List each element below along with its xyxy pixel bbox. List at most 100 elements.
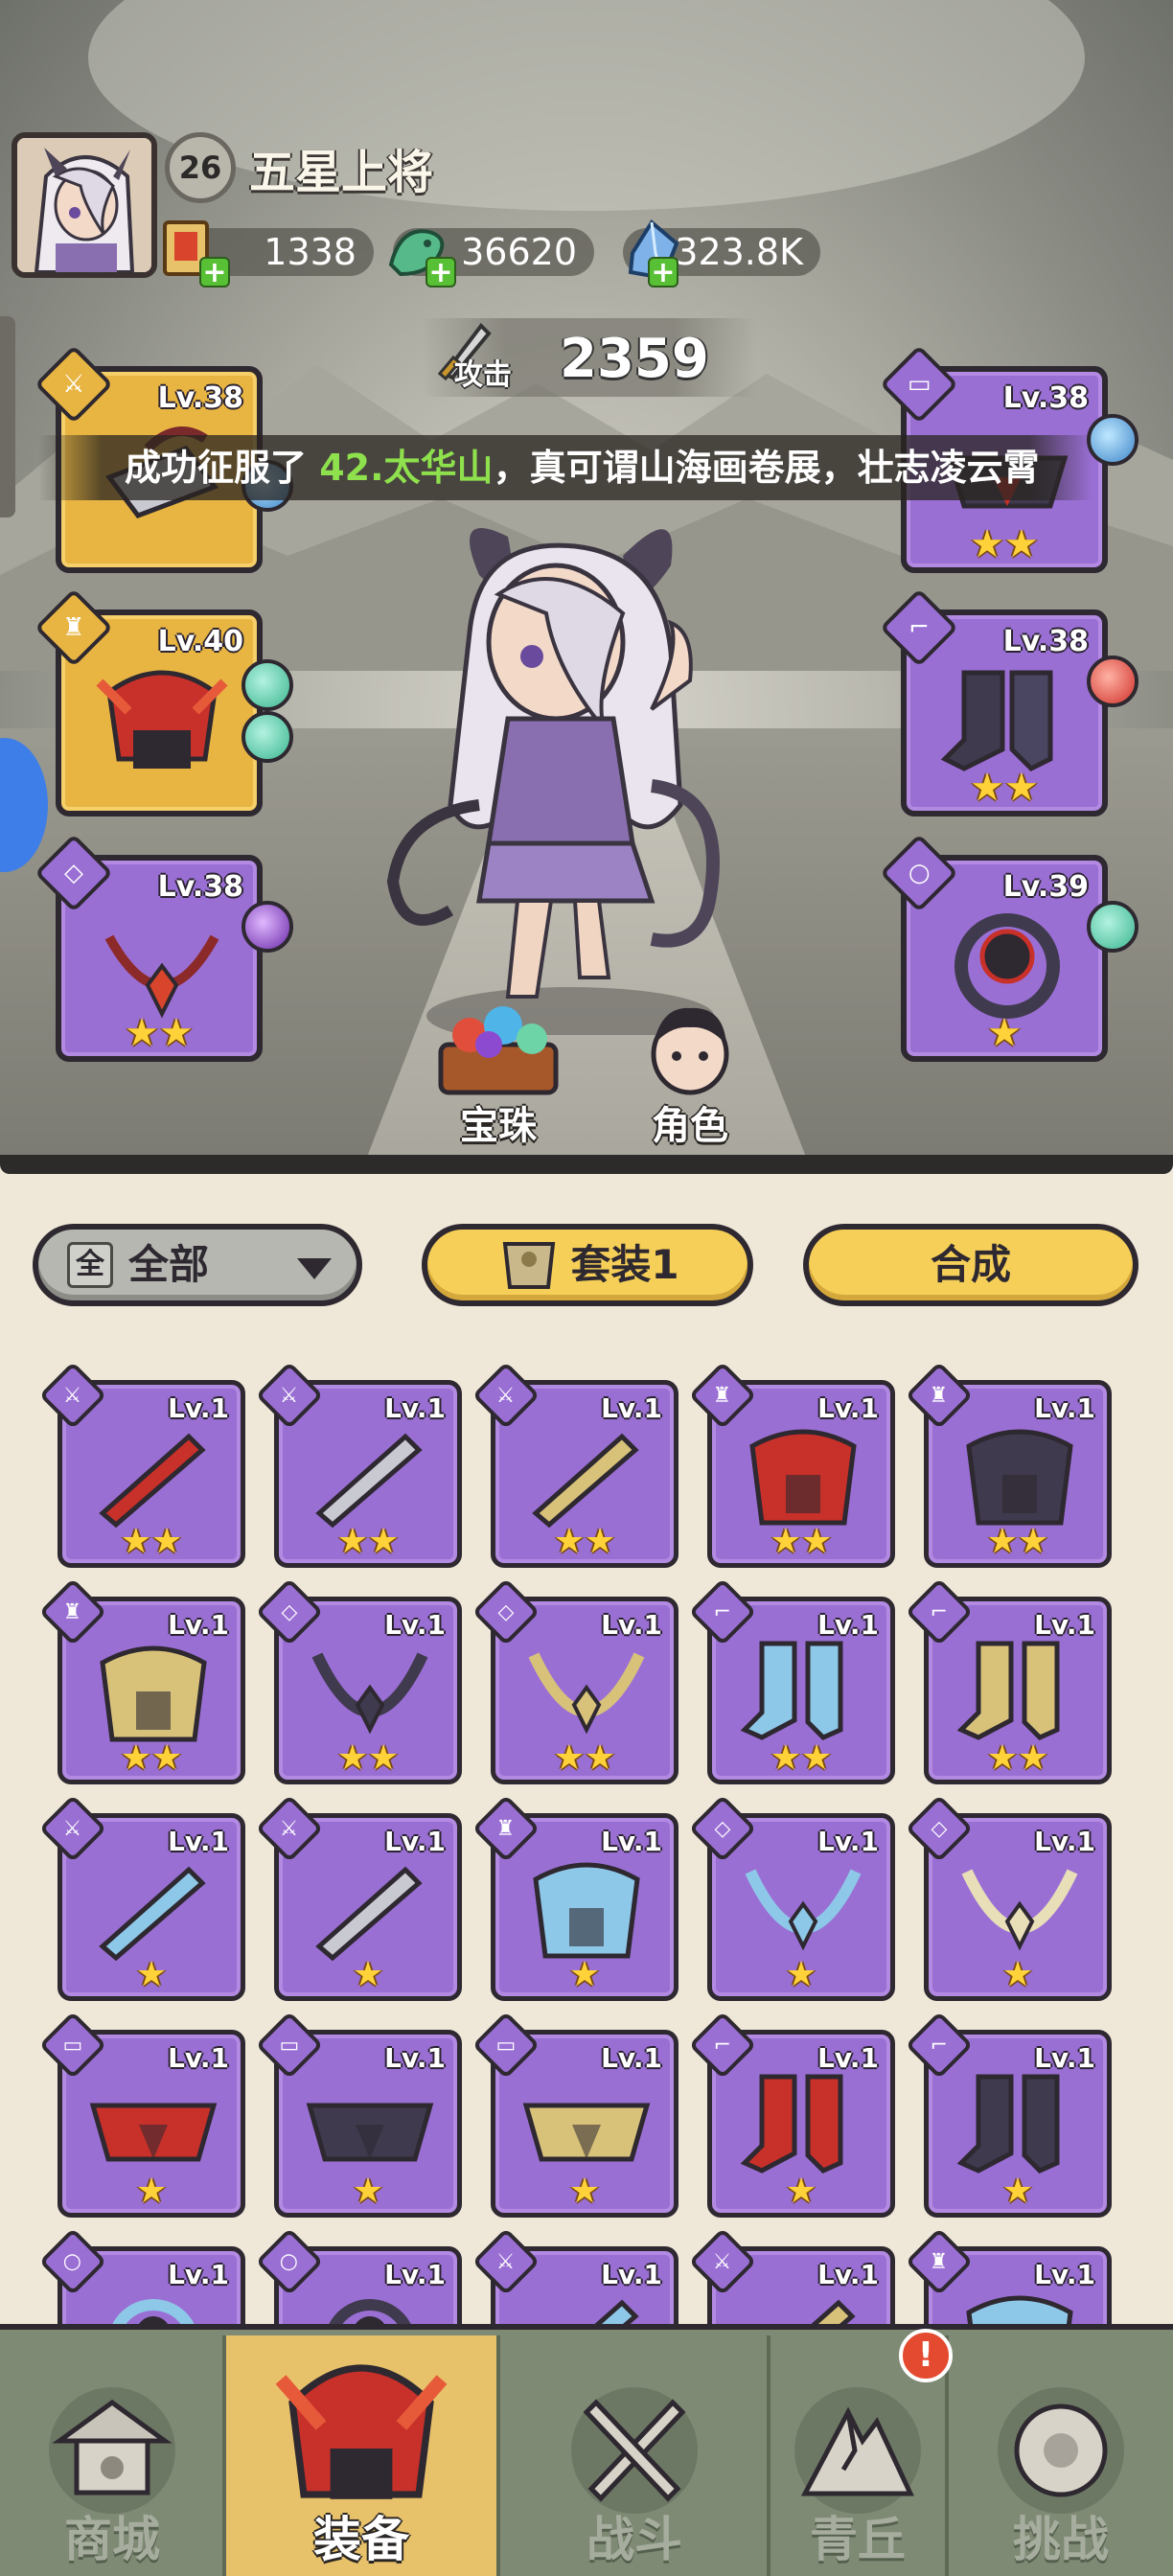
red-helmet-icon [96,670,228,769]
inventory-item[interactable]: ⚔ Lv.1 [472,2227,678,2324]
star-rating: ★★ [929,1525,1107,1559]
gold-necklace-icon [528,1652,645,1735]
equip-slot-boots[interactable]: ⌐ Lv.38 ★★ [879,587,1108,816]
resource-value: 1338 [264,231,356,273]
star-icon: ★ [568,1955,601,1994]
star-icon: ★ [801,1738,833,1778]
set-label: 套装1 [570,1241,679,1288]
resource-value: 36620 [461,231,577,273]
inventory-item[interactable]: ⌐ Lv.1 ★★ [688,1577,895,1784]
inventory-item[interactable]: ⚔ Lv.1 ★★ [472,1361,678,1568]
star-icon: ★ [1018,1522,1049,1561]
nav-shop[interactable]: 商城 [0,2335,224,2576]
star-icon: ★ [352,1955,384,1994]
inventory-item[interactable]: ▭ Lv.1 ★ [255,2011,462,2218]
star-icon: ★ [785,2172,817,2211]
star-icon: ★ [1001,2172,1034,2211]
player-level: 26 [165,132,236,203]
armor-set-icon [503,1241,556,1289]
compose-label: 合成 [930,1241,1011,1288]
ice-boots-icon [740,1641,843,1740]
dark-belt-icon [306,2103,434,2162]
inventory-item[interactable]: ○ Lv.1 [255,2227,462,2324]
compose-button[interactable]: 合成 [803,1224,1138,1306]
inventory-toolbar: 全全部 套装1 合成 [0,1174,1173,1337]
gold-armor-icon [100,1645,207,1742]
inventory-item[interactable]: ◇ Lv.1 ★ [688,1794,895,2001]
inventory-item[interactable]: ♜ Lv.1 [905,2227,1112,2324]
add-crystal-button[interactable]: + [648,257,678,288]
nav-label: 战斗 [586,2512,682,2567]
inventory-item[interactable]: ⌐ Lv.1 ★★ [905,1577,1112,1784]
red-boots-icon [740,2074,843,2174]
star-icon: ★ [336,1522,368,1561]
equipment-set-button[interactable]: 套装1 [422,1224,753,1306]
star-rating: ★★ [970,766,1039,810]
ice-sword-icon [594,2299,639,2324]
gem-socket [1087,414,1138,466]
nav-equipment[interactable]: 装备 [226,2335,496,2576]
inventory-item[interactable]: ▭ Lv.1 ★ [472,2011,678,2218]
star-rating: ★★ [929,1741,1107,1776]
add-jade-dragon-button[interactable]: + [426,257,456,288]
inventory-item[interactable]: ♜ Lv.1 ★★ [688,1361,895,1568]
side-drawer-tab[interactable] [0,316,15,518]
dark-armor-icon [966,1429,1073,1526]
gem-socket [1087,901,1138,953]
inventory-item[interactable]: ⚔ Lv.1 ★★ [255,1361,462,1568]
star-rating: ★ [712,1958,890,1992]
star-rating: ★ [712,2174,890,2209]
star-rating: ★★ [62,1525,241,1559]
resource-value: 323.8K [675,231,803,273]
inventory-item[interactable]: ⌐ Lv.1 ★ [905,2011,1112,2218]
star-rating: ★★ [495,1741,674,1776]
star-icon: ★ [352,2172,384,2211]
ice-bow-icon [99,1866,206,1962]
star-rating: ★★ [712,1741,890,1776]
star-icon: ★ [151,1738,183,1778]
crossed-swords-icon [571,2387,698,2514]
inventory-item[interactable]: ◇ Lv.1 ★★ [255,1577,462,1784]
inventory-item[interactable]: ⚔ Lv.1 [688,2227,895,2324]
equipment-helmet-icon [275,2364,448,2499]
announcement-prefix: 成功征服了 [125,447,320,489]
nav-battle[interactable]: 战斗 [500,2335,769,2576]
character-button[interactable]: 角色 [613,1007,767,1150]
nav-challenge[interactable]: 挑战 [949,2335,1173,2576]
star-rating: ★★ [62,1741,241,1776]
hero-character[interactable] [364,498,767,1035]
inventory-item[interactable]: ◇ Lv.1 ★★ [472,1577,678,1784]
inventory-item[interactable]: ♜ Lv.1 ★★ [905,1361,1112,1568]
inventory-item[interactable]: ⌐ Lv.1 ★ [688,2011,895,2218]
nav-label: 挑战 [1013,2512,1109,2567]
inventory-item[interactable]: ▭ Lv.1 ★ [38,2011,245,2218]
character-label: 角色 [652,1104,728,1148]
star-icon: ★ [986,1522,1018,1561]
equip-slot-armor[interactable]: ♜ Lv.40 [34,587,263,816]
orb-label: 宝珠 [460,1104,537,1148]
star-rating: ★ [987,1011,1022,1055]
star-icon: ★ [770,1522,801,1561]
star-icon: ★ [135,1955,168,1994]
inventory-item[interactable]: ♜ Lv.1 ★ [472,1794,678,2001]
star-rating: ★ [929,1958,1107,1992]
equip-slot-necklace[interactable]: ◇ Lv.38 ★★ [34,833,263,1062]
player-avatar[interactable] [12,132,157,278]
announcement-highlight: 42.太华山 [319,447,494,489]
add-scroll-ticket-button[interactable]: + [199,257,230,288]
category-filter-dropdown[interactable]: 全全部 [33,1224,362,1306]
star-icon: ★ [368,1738,400,1778]
inventory-item[interactable]: ○ Lv.1 [38,2227,245,2324]
inventory-item[interactable]: ⚔ Lv.1 ★ [255,1794,462,2001]
attack-value: 2359 [560,328,709,390]
bottom-navigation: 商城 装备 战斗 青丘 挑战 [0,2324,1173,2576]
equip-slot-ring[interactable]: ○ Lv.39 ★ [879,833,1108,1062]
inventory-item[interactable]: ⚔ Lv.1 ★★ [38,1361,245,1568]
orb-button[interactable]: 宝珠 [422,1006,575,1150]
inventory-item[interactable]: ♜ Lv.1 ★★ [38,1577,245,1784]
announcement-suffix: ，真可谓山海画卷展，壮志凌云霄 [493,447,1040,489]
inventory-item[interactable]: ⚔ Lv.1 ★ [38,1794,245,2001]
inventory-item[interactable]: ◇ Lv.1 ★ [905,1794,1112,2001]
shop-pavilion-icon [49,2387,175,2514]
ice-ring-icon [112,2299,195,2324]
